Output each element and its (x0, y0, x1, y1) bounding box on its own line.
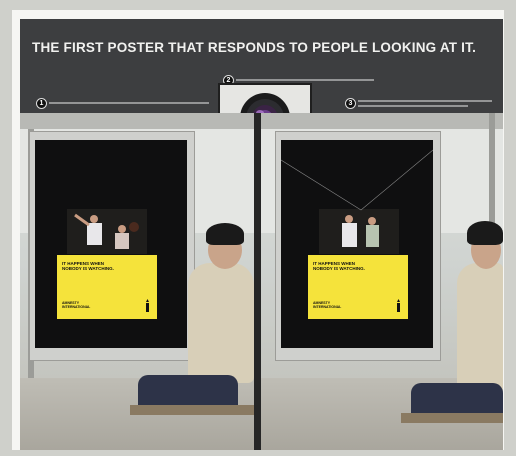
candle-logo-icon (146, 299, 149, 312)
step-1-annotation-line (49, 102, 209, 104)
step-2-annotation-line (236, 79, 374, 81)
step-3-annotation-line (358, 100, 492, 102)
step-badge-1: 1 (36, 98, 47, 109)
person-jacket (457, 263, 503, 393)
poster-tagline: IT HAPPENS WHEN NOBODY IS WATCHING. (62, 261, 114, 271)
poster-photo-figures (67, 209, 147, 254)
shelter-roof (261, 113, 503, 129)
person-beanie (467, 221, 503, 245)
poster-photo-violence (67, 209, 147, 254)
panel-divider (254, 113, 261, 450)
poster-brand: AMNESTY INTERNATIONAL (62, 301, 91, 309)
headline: THE FIRST POSTER THAT RESPONDS TO PEOPLE… (32, 40, 477, 55)
bench (401, 413, 503, 423)
step-badge-3: 3 (345, 98, 356, 109)
poster-yellow-card: IT HAPPENS WHEN NOBODY IS WATCHING. AMNE… (57, 255, 157, 319)
step-3-annotation-line-2 (358, 105, 468, 107)
shelter-roof (20, 113, 254, 129)
scene-left: IT HAPPENS WHEN NOBODY IS WATCHING. AMNE… (20, 113, 254, 450)
ad-board: THE FIRST POSTER THAT RESPONDS TO PEOPLE… (20, 19, 503, 450)
poster-tagline: IT HAPPENS WHEN NOBODY IS WATCHING. (313, 261, 365, 271)
poster-yellow-card: IT HAPPENS WHEN NOBODY IS WATCHING. AMNE… (308, 255, 408, 319)
candle-logo-icon (397, 299, 400, 312)
scene-right: IT HAPPENS WHEN NOBODY IS WATCHING. AMNE… (261, 113, 503, 450)
person-jacket (188, 263, 254, 383)
gaze-tracking-lines (281, 149, 433, 211)
person-beanie (206, 223, 244, 245)
poster-brand: AMNESTY INTERNATIONAL (313, 301, 342, 309)
bench (130, 405, 254, 415)
